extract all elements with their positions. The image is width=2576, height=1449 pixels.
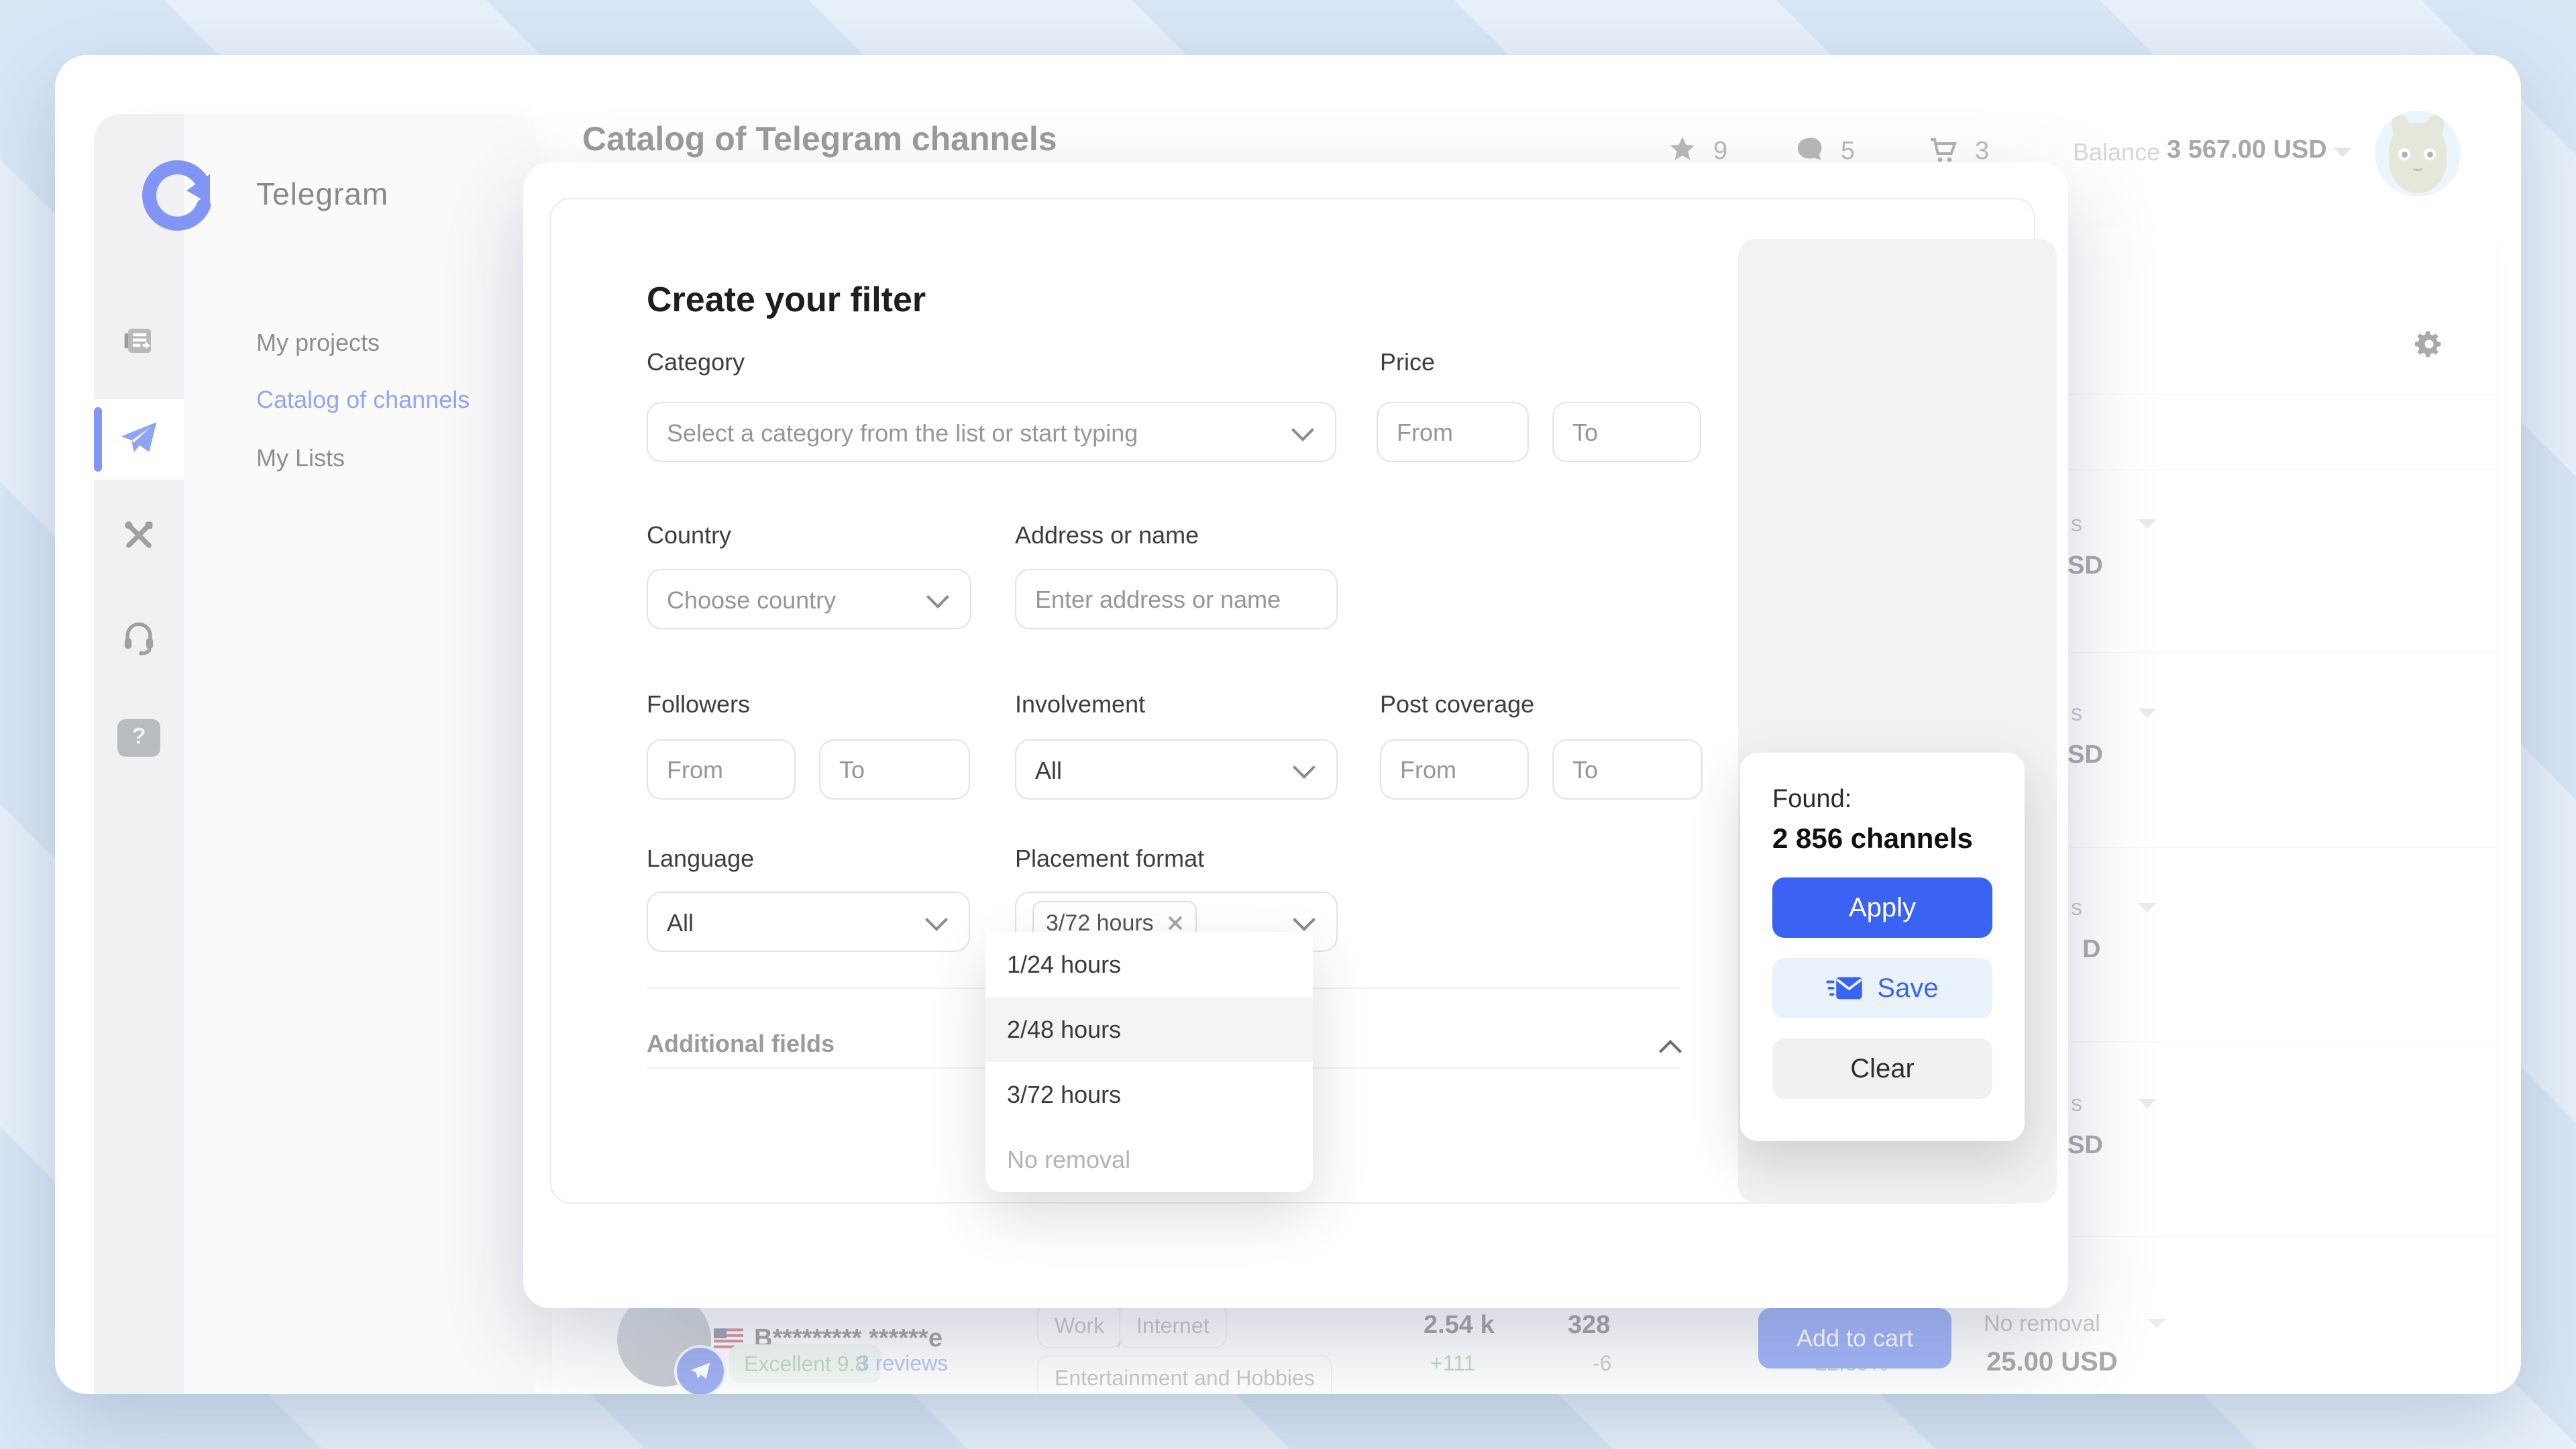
save-envelope-icon [1826, 975, 1864, 1002]
sidebar-item-catalog-of-channels[interactable]: Catalog of channels [256, 386, 470, 414]
sidebar: Telegram My projects Catalog of channels… [94, 114, 535, 1394]
additional-fields-label[interactable]: Additional fields [647, 1030, 835, 1058]
app-logo[interactable] [140, 157, 215, 232]
dropdown-option-1-24-hours[interactable]: 1/24 hours [985, 932, 1313, 997]
involvement-value: All [1035, 757, 1062, 785]
price-to-input[interactable] [1552, 402, 1701, 462]
followers-from-input[interactable] [647, 739, 796, 800]
chevron-down-icon [1293, 908, 1316, 931]
followers-label: Followers [647, 690, 750, 718]
involvement-label: Involvement [1015, 690, 1145, 718]
chevron-down-icon [1291, 419, 1314, 441]
post-coverage-to-input[interactable] [1552, 739, 1703, 800]
category-placeholder: Select a category from the list or start… [667, 419, 1138, 447]
placement-format-label: Placement format [1015, 845, 1204, 873]
app-window: Telegram My projects Catalog of channels… [55, 55, 2521, 1394]
language-label: Language [647, 845, 754, 873]
category-select[interactable]: Select a category from the list or start… [647, 402, 1336, 462]
found-value: 2 856 channels [1772, 822, 1973, 855]
dropdown-option-3-72-hours[interactable]: 3/72 hours [985, 1062, 1313, 1127]
post-coverage-label: Post coverage [1380, 690, 1534, 718]
sidebar-item-projects-icon-tile[interactable] [94, 302, 184, 382]
sidebar-item-support-icon-tile[interactable] [94, 598, 184, 679]
language-value: All [667, 909, 694, 937]
chevron-up-icon[interactable] [1659, 1040, 1682, 1063]
country-label: Country [647, 521, 731, 549]
chevron-down-icon [1293, 756, 1316, 779]
price-from-input[interactable] [1377, 402, 1529, 462]
telegram-plane-icon [119, 418, 159, 462]
modal-title: Create your filter [647, 280, 926, 320]
language-select[interactable]: All [647, 892, 970, 952]
headset-icon [121, 619, 157, 659]
followers-to-input[interactable] [819, 739, 970, 800]
save-button[interactable]: Save [1772, 958, 1992, 1018]
address-label: Address or name [1015, 521, 1199, 549]
save-button-label: Save [1877, 973, 1938, 1004]
tools-icon [121, 518, 156, 556]
help-icon [117, 719, 160, 757]
active-indicator [94, 407, 102, 472]
sidebar-item-help-icon-tile[interactable] [94, 698, 184, 778]
sidebar-icon-rail [94, 114, 184, 1394]
sidebar-item-tools-icon-tile[interactable] [94, 496, 184, 577]
sidebar-item-my-projects[interactable]: My projects [256, 329, 380, 357]
chip-close-icon[interactable] [1166, 914, 1183, 932]
price-label: Price [1380, 348, 1435, 376]
dropdown-option-2-48-hours[interactable]: 2/48 hours [985, 997, 1313, 1062]
apply-button[interactable]: Apply [1772, 877, 1992, 938]
chevron-down-icon [925, 908, 948, 931]
dropdown-option-no-removal[interactable]: No removal [985, 1127, 1313, 1192]
sidebar-item-my-lists[interactable]: My Lists [256, 444, 345, 472]
country-select[interactable]: Choose country [647, 569, 971, 629]
category-label: Category [647, 348, 745, 376]
post-coverage-from-input[interactable] [1380, 739, 1529, 800]
found-label: Found: [1772, 785, 1851, 814]
sidebar-item-catalog-icon-tile[interactable] [94, 399, 184, 480]
page-background: Telegram My projects Catalog of channels… [0, 0, 2576, 1449]
address-input[interactable] [1015, 569, 1338, 629]
chevron-down-icon [926, 586, 949, 608]
projects-icon [121, 323, 157, 362]
placement-format-dropdown: 1/24 hours 2/48 hours 3/72 hours No remo… [985, 932, 1313, 1192]
clear-button[interactable]: Clear [1772, 1038, 1992, 1099]
results-card: Found: 2 856 channels Apply Save Clear [1740, 753, 2025, 1141]
involvement-select[interactable]: All [1015, 739, 1338, 800]
brand-name: Telegram [256, 176, 388, 212]
country-placeholder: Choose country [667, 586, 836, 614]
